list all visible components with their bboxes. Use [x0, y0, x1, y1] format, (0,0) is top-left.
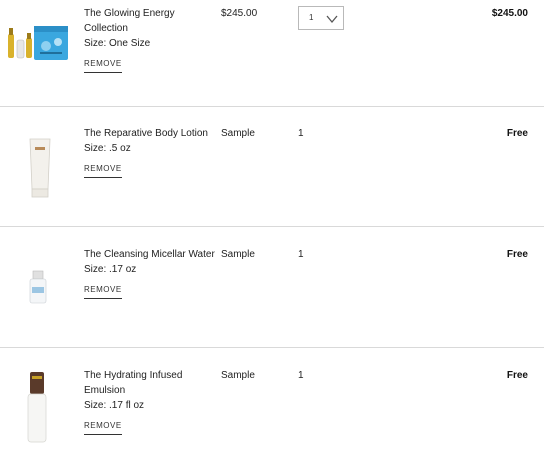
- product-name: The Hydrating Infused Emulsion: [84, 370, 183, 396]
- remove-button[interactable]: REMOVE: [84, 161, 122, 178]
- product-size: Size: .17 fl oz: [84, 400, 145, 411]
- quantity-select[interactable]: 1: [298, 6, 344, 30]
- product-name: The Cleansing Micellar Water: [84, 249, 215, 260]
- product-details: The Cleansing Micellar Water Size: .17 o…: [84, 247, 224, 299]
- line-total: $245.00: [491, 8, 528, 19]
- line-total: Free: [506, 128, 528, 139]
- chevron-down-icon: [325, 12, 339, 30]
- quantity-value: 1: [298, 370, 304, 381]
- product-size: Size: One Size: [84, 38, 151, 49]
- mini-bottle-image: [26, 269, 50, 309]
- quantity-value: 1: [298, 128, 304, 139]
- product-name: The Glowing Energy Collection: [84, 8, 175, 34]
- cart-item: The Hydrating Infused Emulsion Size: .17…: [0, 348, 544, 447]
- pump-bottle-image: [22, 370, 52, 445]
- quantity-value: 1: [298, 249, 304, 260]
- line-total: Free: [506, 249, 528, 260]
- cart-item: The Glowing Energy Collection Size: One …: [0, 0, 544, 106]
- product-details: The Hydrating Infused Emulsion Size: .17…: [84, 368, 214, 435]
- product-details: The Glowing Energy Collection Size: One …: [84, 6, 216, 73]
- line-total: Free: [506, 370, 528, 381]
- cart-item: The Cleansing Micellar Water Size: .17 o…: [0, 227, 544, 347]
- remove-button[interactable]: REMOVE: [84, 418, 122, 435]
- lotion-tube-image: [20, 135, 60, 205]
- remove-button[interactable]: REMOVE: [84, 56, 122, 73]
- quantity-value: 1: [309, 13, 314, 22]
- product-name: The Reparative Body Lotion: [84, 128, 208, 139]
- remove-button[interactable]: REMOVE: [84, 282, 122, 299]
- product-size: Size: .5 oz: [84, 143, 131, 154]
- product-size: Size: .17 oz: [84, 264, 137, 275]
- unit-price: Sample: [221, 128, 255, 139]
- unit-price: Sample: [221, 249, 255, 260]
- unit-price: $245.00: [221, 8, 258, 19]
- gift-set-product-image: [4, 16, 74, 96]
- cart-item: The Reparative Body Lotion Size: .5 oz R…: [0, 107, 544, 226]
- unit-price: Sample: [221, 370, 255, 381]
- product-details: The Reparative Body Lotion Size: .5 oz R…: [84, 126, 224, 178]
